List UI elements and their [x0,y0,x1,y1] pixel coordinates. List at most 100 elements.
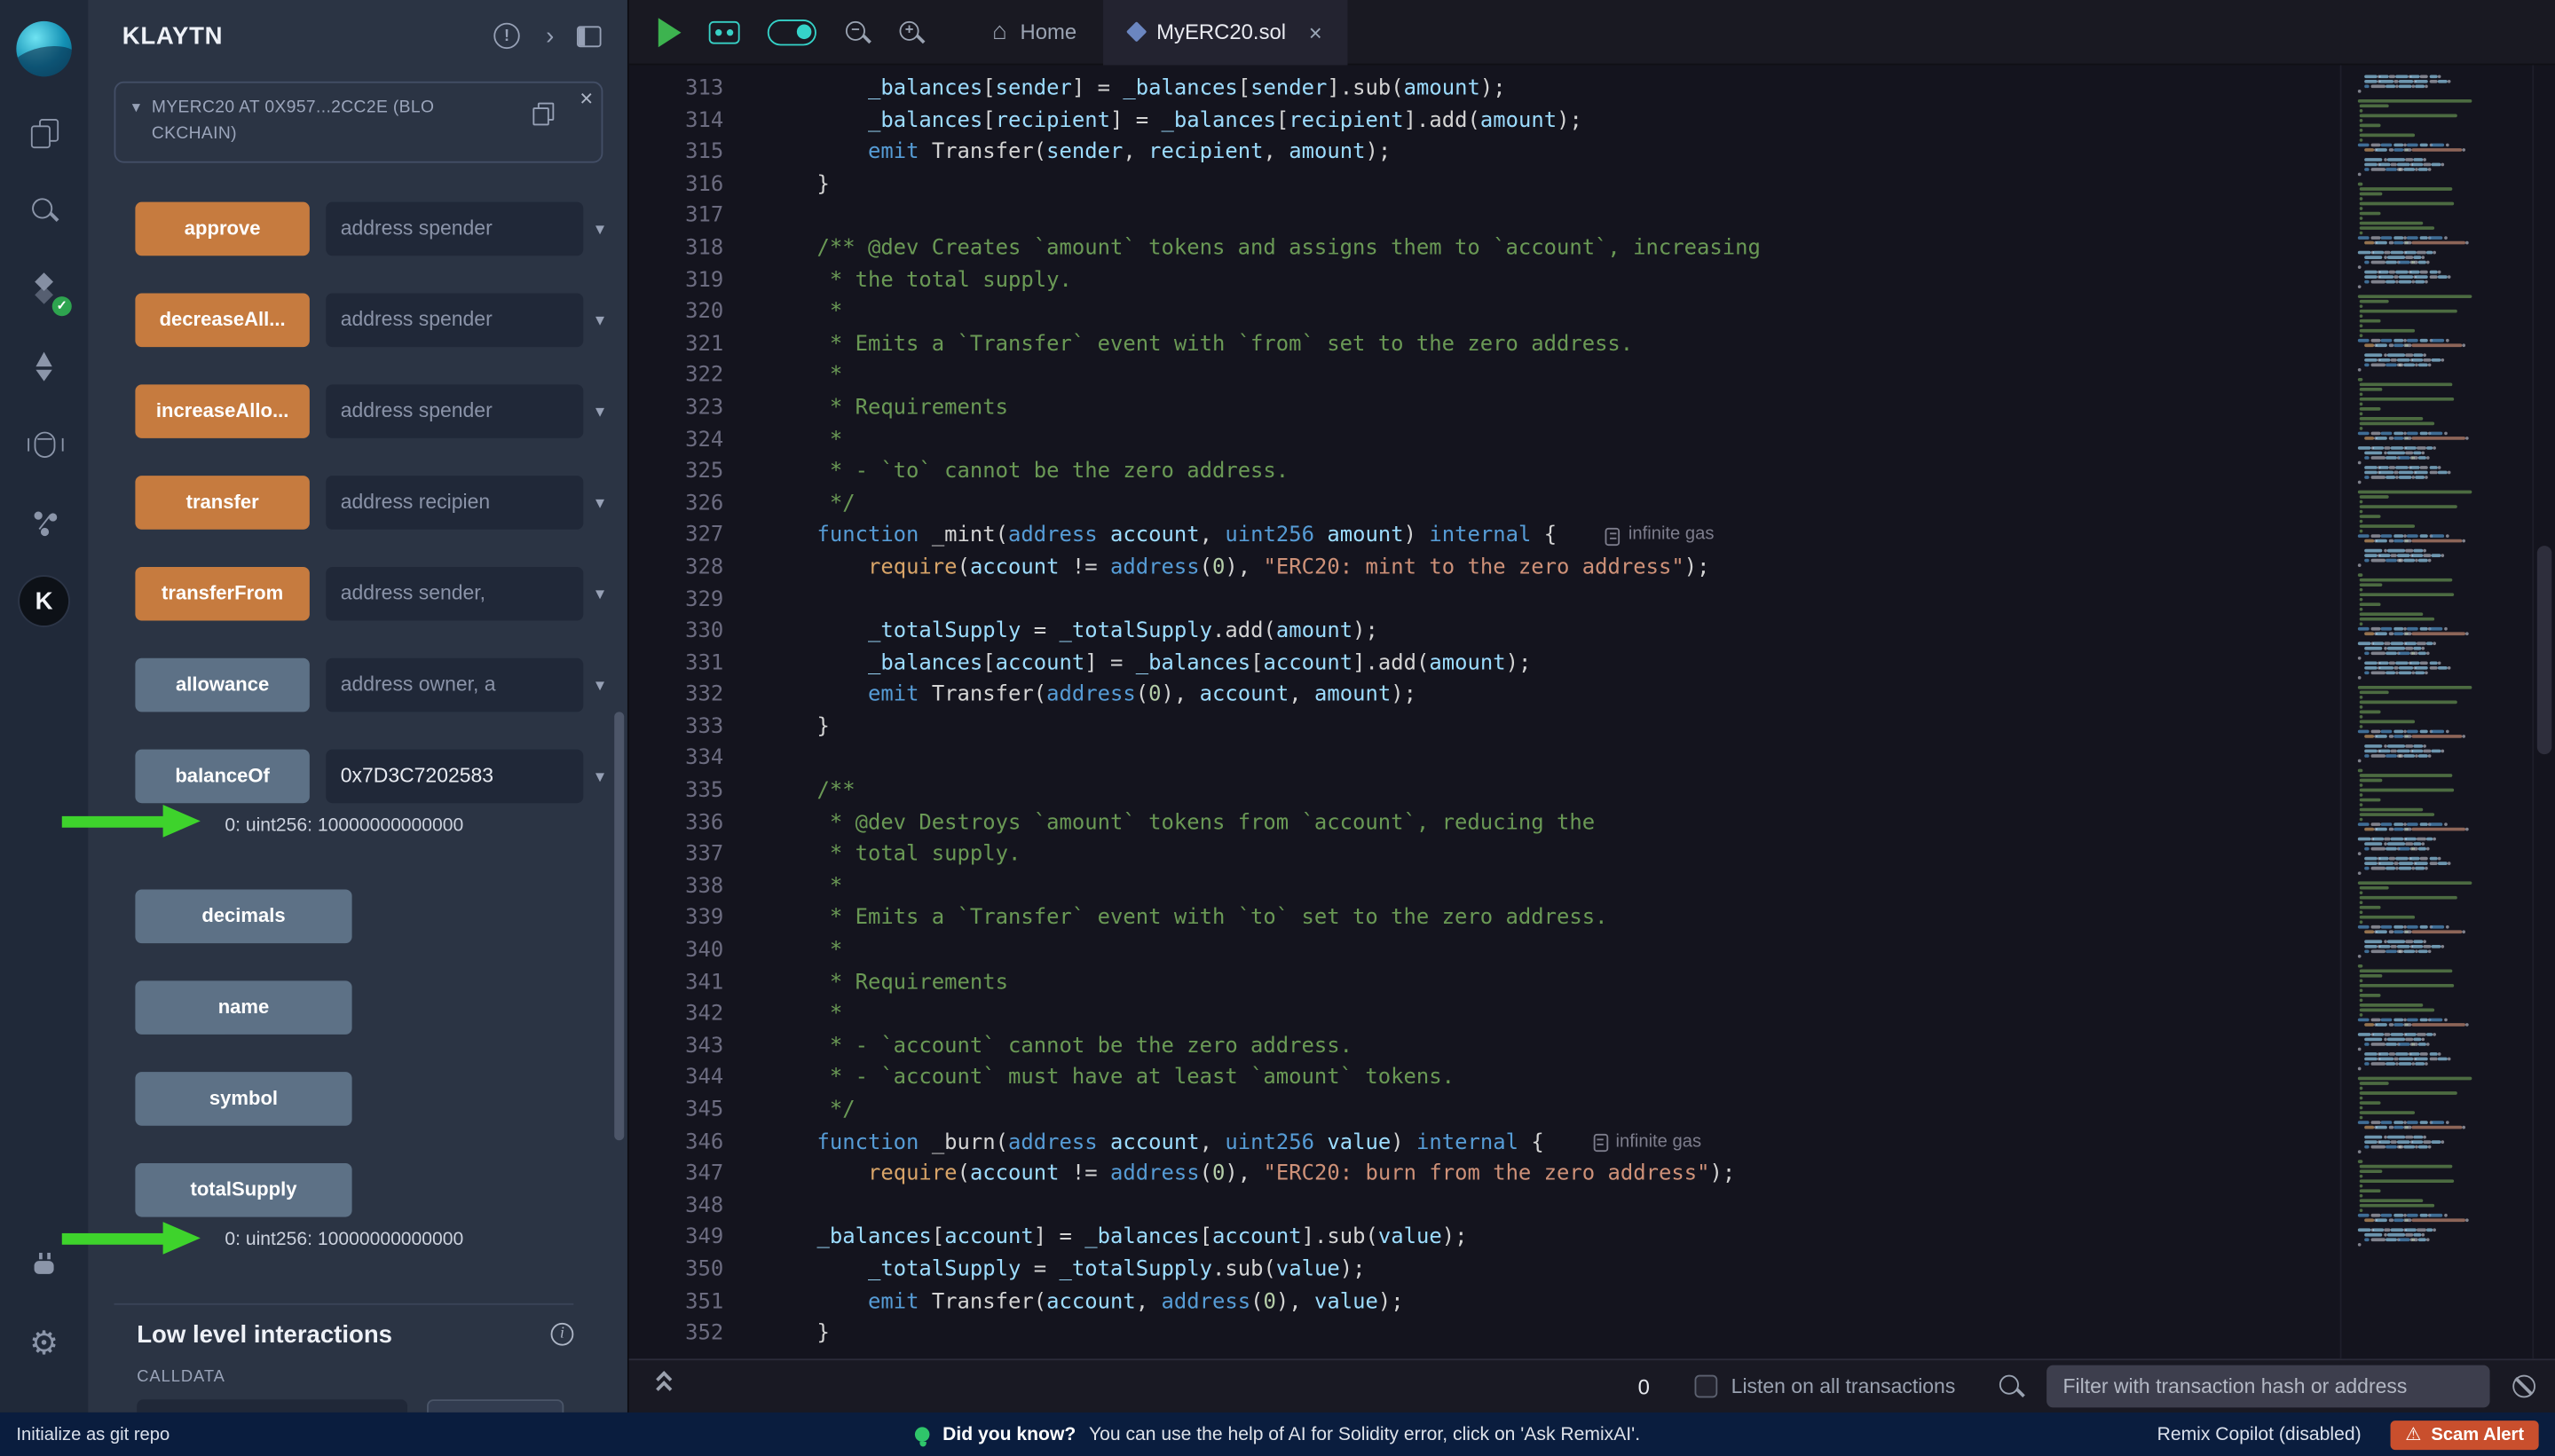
code-line-326[interactable]: 326 */ [629,488,2340,520]
search-icon[interactable] [13,179,75,241]
decimals-button[interactable]: decimals [135,889,351,943]
code-line-327[interactable]: 327 function _mint(address account, uint… [629,520,2340,552]
plugin-manager-icon[interactable] [13,1233,75,1295]
alert-icon[interactable]: ! [493,23,519,49]
transact-button[interactable]: Transact [427,1398,564,1413]
scrollbar-thumb[interactable] [2537,546,2552,754]
editor-toggle[interactable] [768,19,816,44]
calldata-input[interactable] [137,1398,407,1413]
code-line-332[interactable]: 332 emit Transfer(address(0), account, a… [629,680,2340,712]
transaction-filter-input[interactable] [2046,1365,2489,1408]
remove-contract-icon[interactable]: × [580,84,593,110]
code-line-323[interactable]: 323 * Requirements [629,392,2340,424]
zoom-in-icon[interactable]: + [898,19,924,44]
transferfrom-button[interactable]: transferFrom [135,566,309,620]
code-line-315[interactable]: 315 emit Transfer(sender, recipient, amo… [629,138,2340,169]
expand-params-icon[interactable]: ▾ [595,673,604,695]
totalsupply-button[interactable]: totalSupply [135,1162,351,1216]
expand-params-icon[interactable]: ▾ [595,217,604,239]
code-line-341[interactable]: 341 * Requirements [629,967,2340,999]
code-line-349[interactable]: 349 _balances[account] = _balances[accou… [629,1223,2340,1255]
code-line-334[interactable]: 334 [629,744,2340,775]
code-line-342[interactable]: 342 * [629,999,2340,1031]
deploy-run-icon[interactable] [13,335,75,397]
solidity-compiler-icon[interactable]: ✓ [13,257,75,319]
terminal-search-icon[interactable] [1998,1373,2023,1399]
decreaseall-input[interactable] [326,293,584,347]
copilot-status[interactable]: Remix Copilot (disabled) [2157,1425,2362,1444]
run-button[interactable] [658,17,682,46]
deployed-contract-card[interactable]: ▾ MYERC20 AT 0X957...2CC2E (BLOCKCHAIN) … [114,82,603,162]
allowance-button[interactable]: allowance [135,657,309,712]
expand-params-icon[interactable]: ▾ [595,492,604,513]
git-icon[interactable] [13,492,75,555]
zoom-out-icon[interactable]: − [844,19,870,44]
increaseallo-button[interactable]: increaseAllo... [135,383,309,437]
code-line-330[interactable]: 330 _totalSupply = _totalSupply.add(amou… [629,616,2340,648]
balanceof-button[interactable]: balanceOf [135,749,309,803]
code-line-351[interactable]: 351 emit Transfer(account, address(0), v… [629,1287,2340,1318]
code-line-348[interactable]: 348 [629,1191,2340,1223]
code-line-347[interactable]: 347 require(account != address(0), "ERC2… [629,1159,2340,1191]
approve-button[interactable]: approve [135,201,309,256]
expand-params-icon[interactable]: ▾ [595,400,604,421]
balanceof-input[interactable] [326,749,584,803]
decreaseall-button[interactable]: decreaseAll... [135,293,309,347]
code-line-343[interactable]: 343 * - `account` cannot be the zero add… [629,1031,2340,1063]
code-line-313[interactable]: 313 _balances[sender] = _balances[sender… [629,74,2340,106]
file-explorer-icon[interactable] [13,101,75,163]
expand-params-icon[interactable]: ▾ [595,309,604,330]
allowance-input[interactable] [326,657,584,712]
clear-console-icon[interactable] [2512,1375,2535,1398]
panel-layout-icon[interactable] [577,25,602,46]
expand-params-icon[interactable]: ▾ [595,765,604,786]
code-line-314[interactable]: 314 _balances[recipient] = _balances[rec… [629,106,2340,138]
code-line-336[interactable]: 336 * @dev Destroys `amount` tokens from… [629,807,2340,839]
expand-terminal-icon[interactable] [658,1377,670,1397]
code-line-321[interactable]: 321 * Emits a `Transfer` event with `fro… [629,328,2340,360]
transferfrom-input[interactable] [326,566,584,620]
approve-input[interactable] [326,201,584,256]
code-line-331[interactable]: 331 _balances[account] = _balances[accou… [629,648,2340,680]
code-line-344[interactable]: 344 * - `account` must have at least `am… [629,1063,2340,1095]
close-tab-icon[interactable]: × [1309,19,1322,44]
code-line-320[interactable]: 320 * [629,296,2340,328]
code-line-319[interactable]: 319 * the total supply. [629,264,2340,296]
info-icon[interactable]: i [551,1323,574,1346]
klaytn-plugin-icon[interactable]: K [13,571,75,633]
code-line-338[interactable]: 338 * [629,871,2340,903]
code-line-333[interactable]: 333 } [629,712,2340,744]
code-line-339[interactable]: 339 * Emits a `Transfer` event with `to`… [629,903,2340,935]
collapse-panel-icon[interactable]: › [546,24,554,49]
script-runner-icon[interactable] [709,20,740,43]
code-line-317[interactable]: 317 [629,201,2340,233]
code-line-322[interactable]: 322 * [629,360,2340,392]
settings-icon[interactable]: ⚙ [13,1311,75,1373]
listen-all-transactions-checkbox[interactable] [1695,1375,1718,1398]
code-line-350[interactable]: 350 _totalSupply = _totalSupply.sub(valu… [629,1255,2340,1287]
debugger-icon[interactable] [13,413,75,476]
expand-params-icon[interactable]: ▾ [595,582,604,603]
editor-scrollbar[interactable] [2532,65,2555,1358]
editor-minimap[interactable] [2340,65,2533,1358]
panel-scrollbar[interactable] [614,712,624,1140]
code-line-329[interactable]: 329 [629,584,2340,616]
symbol-button[interactable]: symbol [135,1071,351,1125]
code-line-316[interactable]: 316 } [629,169,2340,201]
code-line-335[interactable]: 335 /** [629,775,2340,807]
code-line-324[interactable]: 324 * [629,424,2340,456]
code-editor[interactable]: 313 _balances[sender] = _balances[sender… [629,65,2340,1358]
scam-alert-badge[interactable]: ⚠ Scam Alert [2391,1420,2539,1449]
code-line-325[interactable]: 325 * - `to` cannot be the zero address. [629,456,2340,488]
copy-icon[interactable] [532,103,552,122]
code-line-340[interactable]: 340 * [629,935,2340,967]
git-init-button[interactable]: Initialize as git repo [16,1425,170,1444]
code-line-345[interactable]: 345 */ [629,1095,2340,1127]
transfer-input[interactable] [326,475,584,529]
code-line-346[interactable]: 346 function _burn(address account, uint… [629,1127,2340,1159]
code-line-352[interactable]: 352 } [629,1318,2340,1350]
code-line-328[interactable]: 328 require(account != address(0), "ERC2… [629,552,2340,584]
tab-home[interactable]: ⌂ Home [966,0,1103,65]
transfer-button[interactable]: transfer [135,475,309,529]
increaseallo-input[interactable] [326,383,584,437]
